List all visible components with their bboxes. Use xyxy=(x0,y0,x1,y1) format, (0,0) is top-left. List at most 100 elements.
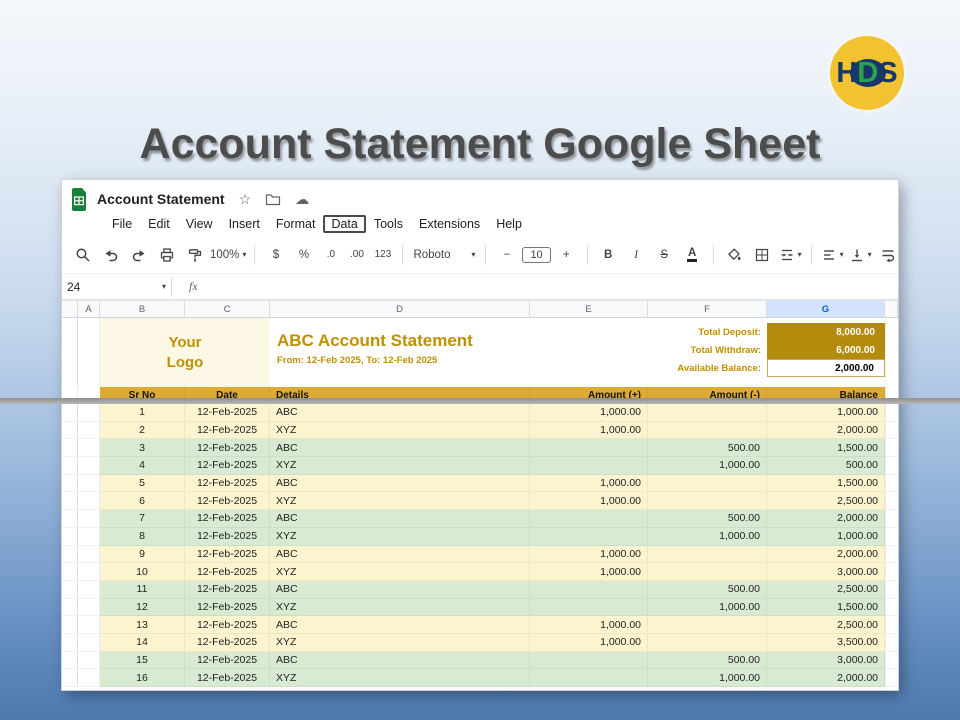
total-withdraw-label[interactable]: Total Withdraw: xyxy=(648,341,767,359)
increase-decimal-button[interactable]: .00 xyxy=(345,243,368,267)
cell-balance[interactable]: 2,500.00 xyxy=(767,580,885,599)
cell-amount-plus[interactable]: 1,000.00 xyxy=(530,616,648,634)
cell-details[interactable]: ABC xyxy=(270,616,530,634)
logo-cell[interactable]: Your Logo xyxy=(100,318,270,387)
available-balance-value[interactable]: 2,000.00 xyxy=(767,359,885,377)
cell-srno[interactable]: 3 xyxy=(100,439,185,458)
cell-date[interactable]: 12-Feb-2025 xyxy=(185,598,270,617)
cell-amount-minus[interactable] xyxy=(648,404,767,422)
fill-color-icon[interactable] xyxy=(722,243,747,267)
menu-insert[interactable]: Insert xyxy=(221,215,268,233)
cell-a[interactable] xyxy=(78,527,100,546)
statement-title-cell[interactable]: ABC Account Statement From: 12-Feb 2025,… xyxy=(270,318,530,387)
cell-amount-minus[interactable]: 1,000.00 xyxy=(648,457,767,475)
cell-amount-plus[interactable]: 1,000.00 xyxy=(530,633,648,652)
cell-details[interactable]: ABC xyxy=(270,545,530,564)
decrease-decimal-button[interactable]: .0 xyxy=(319,243,342,267)
cell-amount-plus[interactable] xyxy=(530,580,648,599)
cell-amount-plus[interactable]: 1,000.00 xyxy=(530,492,648,511)
cell-date[interactable]: 12-Feb-2025 xyxy=(185,633,270,652)
menu-file[interactable]: File xyxy=(104,215,140,233)
cell-details[interactable]: ABC xyxy=(270,404,530,422)
cloud-status-icon[interactable]: ☁ xyxy=(295,192,309,206)
cell-details[interactable]: XYZ xyxy=(270,457,530,475)
cell-balance[interactable]: 1,500.00 xyxy=(767,439,885,458)
cell-srno[interactable]: 11 xyxy=(100,580,185,599)
move-folder-icon[interactable] xyxy=(265,193,281,206)
cell-balance[interactable]: 2,500.00 xyxy=(767,492,885,511)
cell-a[interactable] xyxy=(78,492,100,511)
cell-srno[interactable]: 2 xyxy=(100,421,185,440)
col-header-d[interactable]: D xyxy=(270,300,530,318)
cell-a[interactable] xyxy=(78,598,100,617)
cell-a[interactable] xyxy=(78,421,100,440)
cell-date[interactable]: 12-Feb-2025 xyxy=(185,492,270,511)
cell-balance[interactable]: 1,500.00 xyxy=(767,598,885,617)
col-header-a[interactable]: A xyxy=(78,300,100,318)
cell-details[interactable]: XYZ xyxy=(270,598,530,617)
menu-tools[interactable]: Tools xyxy=(366,215,411,233)
cell-details[interactable]: XYZ xyxy=(270,563,530,581)
redo-icon[interactable] xyxy=(126,243,151,267)
cell-srno[interactable]: 7 xyxy=(100,510,185,528)
print-icon[interactable] xyxy=(154,243,179,267)
cell-details[interactable]: ABC xyxy=(270,474,530,493)
cell-details[interactable]: ABC xyxy=(270,510,530,528)
cell-srno[interactable]: 16 xyxy=(100,669,185,687)
cell-amount-plus[interactable] xyxy=(530,510,648,528)
text-color-button[interactable]: A xyxy=(680,243,705,267)
menu-data[interactable]: Data xyxy=(323,215,366,233)
cell-srno[interactable]: 14 xyxy=(100,633,185,652)
cell-details[interactable]: ABC xyxy=(270,580,530,599)
cell-date[interactable]: 12-Feb-2025 xyxy=(185,421,270,440)
cell-amount-minus[interactable] xyxy=(648,633,767,652)
cell-a[interactable] xyxy=(78,633,100,652)
cell-a[interactable] xyxy=(78,404,100,422)
cell-srno[interactable]: 10 xyxy=(100,563,185,581)
cell-amount-minus[interactable] xyxy=(648,474,767,493)
cell-balance[interactable]: 3,500.00 xyxy=(767,633,885,652)
cell-details[interactable]: XYZ xyxy=(270,492,530,511)
cell-srno[interactable]: 1 xyxy=(100,404,185,422)
cell-balance[interactable]: 2,000.00 xyxy=(767,669,885,687)
increase-font-size-button[interactable]: + xyxy=(554,243,579,267)
cell-balance[interactable]: 500.00 xyxy=(767,457,885,475)
cell-date[interactable]: 12-Feb-2025 xyxy=(185,439,270,458)
doc-title[interactable]: Account Statement xyxy=(97,191,225,207)
merge-cells-icon[interactable]: ▾ xyxy=(778,243,803,267)
cell-date[interactable]: 12-Feb-2025 xyxy=(185,404,270,422)
cell-details[interactable]: ABC xyxy=(270,439,530,458)
paint-format-icon[interactable] xyxy=(182,243,207,267)
col-header-g-selected[interactable]: G xyxy=(767,300,885,318)
cell-a[interactable] xyxy=(78,563,100,581)
cell-amount-plus[interactable] xyxy=(530,527,648,546)
cell-balance[interactable]: 2,000.00 xyxy=(767,421,885,440)
search-icon[interactable] xyxy=(70,243,95,267)
name-box[interactable]: 24 ▾ xyxy=(62,280,166,294)
cell-date[interactable]: 12-Feb-2025 xyxy=(185,580,270,599)
cell-amount-plus[interactable] xyxy=(530,457,648,475)
menu-format[interactable]: Format xyxy=(268,215,324,233)
cell-amount-minus[interactable]: 1,000.00 xyxy=(648,669,767,687)
cell-srno[interactable]: 4 xyxy=(100,457,185,475)
cell-amount-minus[interactable] xyxy=(648,545,767,564)
total-deposit-value[interactable]: 8,000.00 xyxy=(767,323,885,341)
font-size-input[interactable]: 10 xyxy=(522,246,551,263)
cell-e[interactable] xyxy=(530,318,648,387)
cell-a[interactable] xyxy=(78,616,100,634)
cell-amount-minus[interactable]: 1,000.00 xyxy=(648,527,767,546)
cell-date[interactable]: 12-Feb-2025 xyxy=(185,527,270,546)
col-header-e[interactable]: E xyxy=(530,300,648,318)
formula-input[interactable] xyxy=(198,274,898,299)
cell-date[interactable]: 12-Feb-2025 xyxy=(185,563,270,581)
cell-a[interactable] xyxy=(78,651,100,670)
cell-balance[interactable]: 3,000.00 xyxy=(767,651,885,670)
cell-date[interactable]: 12-Feb-2025 xyxy=(185,474,270,493)
cell-amount-minus[interactable] xyxy=(648,421,767,440)
cell-a[interactable] xyxy=(78,580,100,599)
strikethrough-button[interactable]: S xyxy=(652,243,677,267)
cell-srno[interactable]: 9 xyxy=(100,545,185,564)
cell-balance[interactable]: 1,000.00 xyxy=(767,404,885,422)
cell-srno[interactable]: 6 xyxy=(100,492,185,511)
available-balance-label[interactable]: Available Balance: xyxy=(648,359,767,377)
